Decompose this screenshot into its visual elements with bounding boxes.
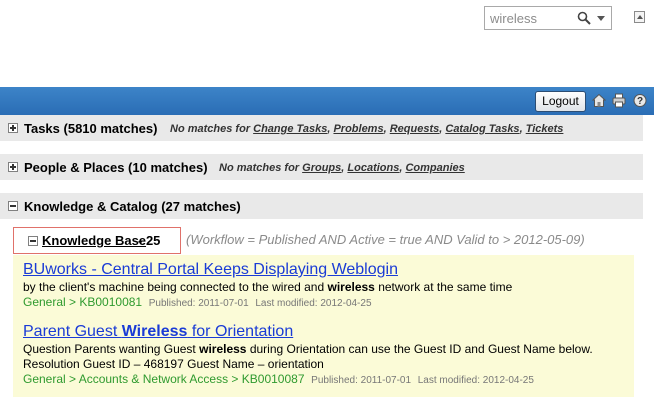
collapse-icon[interactable] [8,201,18,211]
home-icon[interactable] [592,93,606,108]
no-matches-text: No matches for Groups, Locations, Compan… [219,162,465,174]
search-dropdown-icon[interactable] [597,16,605,21]
knowledge-base-count: - 25 [138,233,161,248]
expand-icon[interactable] [8,123,18,133]
collapse-header-icon[interactable] [634,11,645,23]
section-knowledge-catalog[interactable]: Knowledge & Catalog (27 matches) [0,193,643,219]
collapse-icon[interactable] [28,236,38,246]
knowledge-base-query: (Workflow = Published AND Active = true … [186,232,585,247]
svg-text:?: ? [637,96,643,107]
link-companies[interactable]: Companies [405,162,464,174]
global-search-box[interactable] [484,6,612,30]
no-matches-text: No matches for Change Tasks, Problems, R… [170,123,564,135]
link-problems[interactable]: Problems [333,123,383,135]
link-change-tasks[interactable]: Change Tasks [253,123,327,135]
link-locations[interactable]: Locations [347,162,399,174]
result-snippet: Question Parents wanting Guest wireless … [23,342,593,371]
link-catalog-tasks[interactable]: Catalog Tasks [445,123,519,135]
expand-icon[interactable] [8,162,18,172]
result-snippet: by the client's machine being connected … [23,280,513,294]
section-tasks[interactable]: Tasks (5810 matches) No matches for Chan… [0,115,643,141]
result-meta: General > Accounts & Network Access > KB… [23,372,534,386]
result-breadcrumb[interactable]: General > KB0010081 [23,295,142,309]
result-title-link[interactable]: Parent Guest Wireless for Orientation [23,323,623,341]
knowledge-base-header[interactable]: Knowledge Base - 25 [13,227,181,254]
print-icon[interactable] [612,93,626,108]
search-input[interactable] [490,9,574,27]
results-list: BUworks - Central Portal Keeps Displayin… [13,255,634,397]
list-item: BUworks - Central Portal Keeps Displayin… [23,261,623,309]
link-requests[interactable]: Requests [390,123,440,135]
help-icon[interactable]: ? [633,93,647,108]
list-item: Parent Guest Wireless for Orientation Qu… [23,323,623,386]
search-icon[interactable] [577,11,591,25]
section-title[interactable]: Knowledge & Catalog (27 matches) [24,199,241,214]
link-groups[interactable]: Groups [302,162,341,174]
result-meta: General > KB0010081 Published: 2011-07-0… [23,295,372,309]
result-title-link[interactable]: BUworks - Central Portal Keeps Displayin… [23,261,623,279]
section-people-places[interactable]: People & Places (10 matches) No matches … [0,154,643,180]
knowledge-base-link[interactable]: Knowledge Base [42,233,146,248]
result-breadcrumb[interactable]: General > Accounts & Network Access > KB… [23,372,305,386]
logout-button[interactable]: Logout [535,91,586,112]
section-title[interactable]: Tasks (5810 matches) [24,121,157,136]
section-title[interactable]: People & Places (10 matches) [24,160,208,175]
link-tickets[interactable]: Tickets [526,123,564,135]
